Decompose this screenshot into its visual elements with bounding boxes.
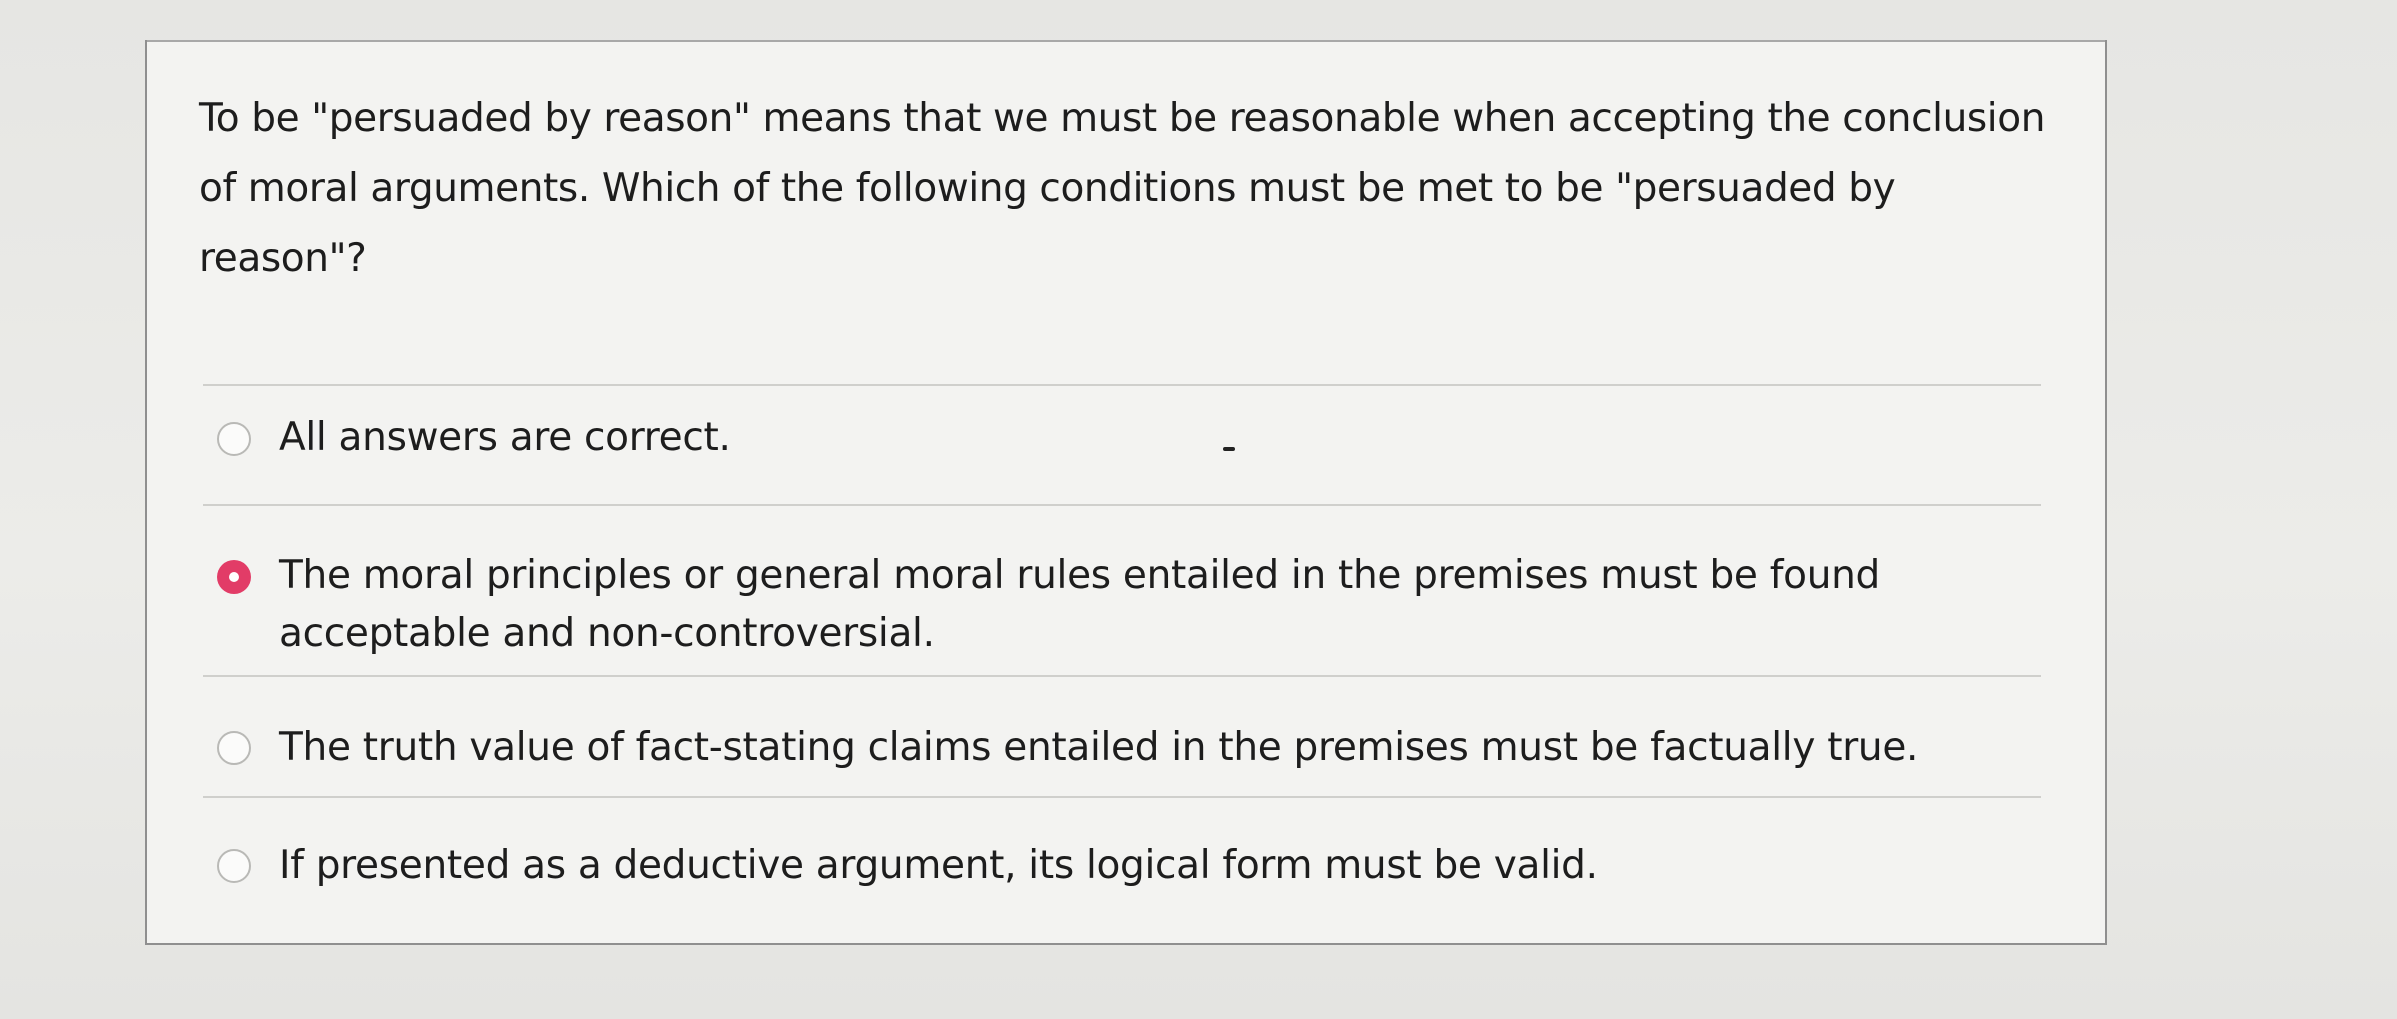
question-prompt: To be "persuaded by reason" means that w… [199,96,2046,281]
radio-button-unselected-icon[interactable] [217,849,251,883]
answer-option-label: If presented as a deductive argument, it… [279,843,1598,888]
small-dash-mark [1223,447,1235,451]
option-divider [203,796,2041,798]
answer-option-label: All answers are correct. [279,415,731,460]
option-divider [203,675,2041,677]
question-card: To be "persuaded by reason" means that w… [145,40,2107,945]
answer-option-all-correct[interactable]: All answers are correct. [207,399,2067,519]
answer-option-deductive-argument[interactable]: If presented as a deductive argument, it… [207,812,2067,922]
option-divider [203,504,2041,506]
answer-option-label: The moral principles or general moral ru… [279,553,1881,656]
radio-button-unselected-icon[interactable] [217,731,251,765]
answer-option-label: The truth value of fact-stating claims e… [279,725,1919,770]
option-divider [203,384,2041,386]
answer-option-fact-stating-claims[interactable]: The truth value of fact-stating claims e… [207,691,2067,811]
radio-button-selected-icon[interactable] [217,560,251,594]
card-top-edge [147,40,2105,42]
answer-option-moral-principles[interactable]: The moral principles or general moral ru… [207,520,2067,680]
radio-button-unselected-icon[interactable] [217,422,251,456]
